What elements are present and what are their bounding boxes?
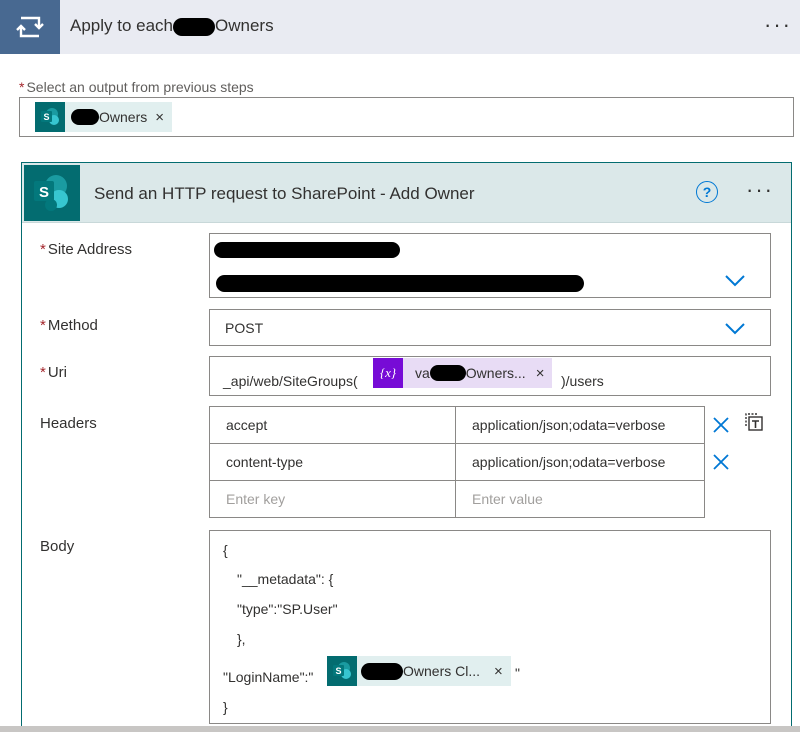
sharepoint-icon: S — [35, 102, 65, 132]
method-label-text: Method — [47, 317, 98, 334]
table-row: content-type application/json;odata=verb… — [209, 443, 705, 481]
redacted-text — [173, 17, 216, 36]
header-key-input[interactable]: Enter key — [209, 480, 456, 518]
select-output-label-text: Select an output from previous steps — [26, 79, 254, 95]
method-label: * Method — [40, 317, 98, 334]
bottom-scrollbar[interactable] — [0, 726, 800, 732]
redacted-text — [429, 365, 466, 381]
body-line: "__metadata": { — [237, 571, 334, 587]
uri-label-text: Uri — [47, 364, 68, 381]
redacted-text — [361, 662, 403, 680]
body-label: Body — [40, 538, 75, 555]
close-icon[interactable]: × — [530, 365, 553, 382]
svg-text:S: S — [43, 112, 49, 122]
header-value-input[interactable]: Enter value — [455, 480, 705, 518]
method-value: POST — [225, 320, 264, 336]
owners-claims-token-text: Owners Cl... — [403, 663, 481, 679]
redacted-text — [214, 242, 400, 258]
headers-label: Headers — [40, 415, 97, 432]
chevron-down-icon[interactable] — [724, 322, 746, 336]
body-line: } — [223, 699, 228, 715]
svg-text:S: S — [335, 666, 341, 676]
select-output-field[interactable]: S Owners × — [19, 97, 794, 137]
action-title[interactable]: Send an HTTP request to SharePoint - Add… — [94, 184, 475, 204]
owners-token[interactable]: S Owners × — [35, 102, 172, 132]
select-output-label: * Select an output from previous steps — [19, 79, 254, 95]
close-icon[interactable] — [712, 453, 730, 471]
loop-more-options-button[interactable]: ··· — [764, 12, 792, 38]
close-icon[interactable]: × — [484, 663, 511, 680]
loop-title-suffix: Owners — [215, 16, 274, 35]
owners-token-label: Owners — [65, 109, 151, 125]
header-value-input[interactable]: application/json;odata=verbose — [455, 443, 705, 481]
required-mark: * — [19, 79, 25, 95]
body-line: "LoginName":" — [223, 669, 314, 685]
loop-icon — [0, 0, 60, 54]
close-icon[interactable]: × — [151, 109, 172, 126]
method-dropdown[interactable]: POST — [209, 309, 771, 346]
uri-prefix: _api/web/SiteGroups( — [223, 373, 358, 389]
action-more-options-button[interactable]: ··· — [746, 177, 774, 203]
header-key-input[interactable]: content-type — [209, 443, 456, 481]
chevron-down-icon[interactable] — [724, 274, 746, 288]
header-value-input[interactable]: application/json;odata=verbose — [455, 406, 705, 444]
close-icon[interactable] — [712, 416, 730, 434]
sharepoint-icon: S — [24, 165, 80, 221]
variable-token-text-b: Owners... — [465, 365, 526, 381]
table-row: Enter key Enter value — [209, 480, 705, 518]
required-mark: * — [40, 364, 46, 381]
apply-to-each-title[interactable]: Apply to each Owners — [70, 16, 274, 36]
redacted-text — [71, 109, 99, 125]
sharepoint-icon: S — [327, 656, 357, 686]
uri-label: * Uri — [40, 364, 67, 381]
body-editor[interactable]: { "__metadata": { "type":"SP.User" }, "L… — [209, 530, 771, 724]
uri-suffix: )/users — [561, 373, 604, 389]
owners-token-text: Owners — [99, 109, 148, 125]
action-header[interactable]: S Send an HTTP request to SharePoint - A… — [22, 163, 791, 223]
required-mark: * — [40, 317, 46, 334]
help-icon[interactable]: ? — [696, 181, 718, 203]
variable-token-label: va Owners... — [403, 365, 530, 381]
variable-token[interactable]: {x} va Owners... × — [373, 358, 553, 388]
required-mark: * — [40, 241, 46, 258]
uri-field[interactable]: _api/web/SiteGroups( {x} va Owners... × )… — [209, 356, 771, 396]
site-address-field[interactable] — [209, 233, 771, 298]
body-line: { — [223, 542, 228, 558]
loop-title-prefix: Apply to each — [70, 16, 174, 35]
variable-icon: {x} — [373, 358, 403, 388]
body-line: }, — [237, 631, 246, 647]
variable-token-text-a: va — [415, 365, 430, 381]
switch-to-text-mode-icon[interactable] — [744, 412, 764, 432]
table-row: accept application/json;odata=verbose — [209, 406, 705, 444]
header-key-input[interactable]: accept — [209, 406, 456, 444]
owners-claims-token-label: Owners Cl... — [357, 662, 484, 680]
site-address-label-text: Site Address — [47, 241, 133, 258]
sharepoint-icon-letter: S — [39, 184, 49, 201]
headers-table: accept application/json;odata=verbose co… — [209, 406, 705, 518]
owners-claims-token[interactable]: S Owners Cl... × — [327, 656, 511, 686]
http-request-action-card: S Send an HTTP request to SharePoint - A… — [21, 162, 792, 732]
body-line: " — [515, 665, 520, 681]
redacted-text — [216, 275, 584, 292]
apply-to-each-header[interactable]: Apply to each Owners ··· — [0, 0, 800, 54]
site-address-label: * Site Address — [40, 241, 132, 258]
body-line: "type":"SP.User" — [237, 601, 338, 617]
